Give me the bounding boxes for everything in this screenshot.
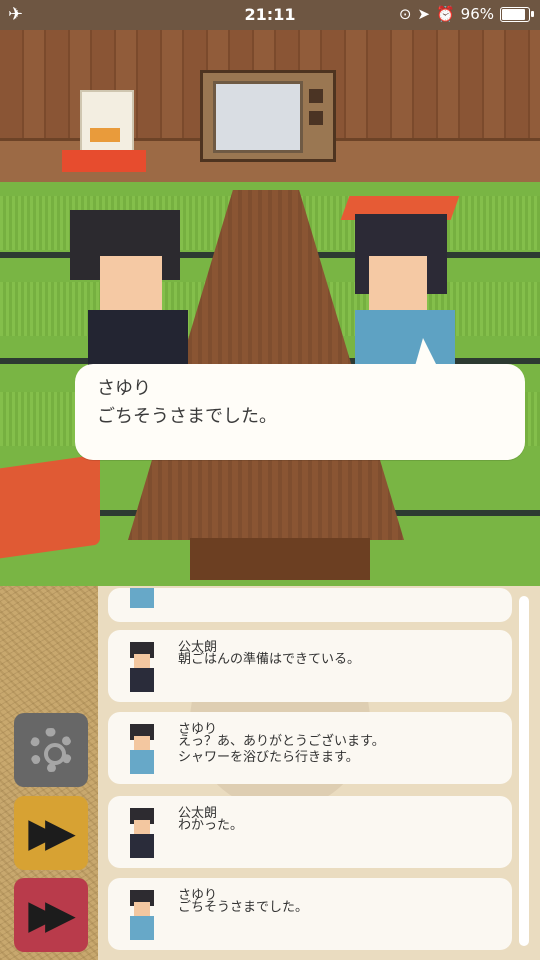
- cat-cushion: [62, 150, 146, 172]
- character-kotaro: [70, 210, 190, 370]
- log-entry-text: えっ？あ、ありがとうございます。 シャワーを浴びたら行きます。: [178, 734, 385, 765]
- girl-avatar-icon: [128, 724, 156, 774]
- boy-avatar-icon: [128, 642, 156, 692]
- character-face: [100, 256, 162, 312]
- tv-knob: [309, 111, 323, 125]
- log-entry-partial[interactable]: [108, 588, 512, 622]
- girl-avatar-icon: [128, 890, 156, 940]
- speech-bubble[interactable]: さゆり ごちそうさまでした。: [75, 338, 525, 460]
- status-right: ⊙ ➤ ⏰ 96%: [398, 5, 534, 23]
- tv-knob: [309, 89, 323, 103]
- girl-avatar-icon: [128, 588, 156, 608]
- lucky-cat-figure: [62, 80, 146, 172]
- battery-fill: [502, 8, 526, 20]
- tv-screen: [213, 81, 303, 153]
- battery-percent: 96%: [460, 5, 494, 23]
- retro-tv: [200, 70, 336, 162]
- boy-avatar-icon: [128, 808, 156, 858]
- settings-button[interactable]: [14, 713, 88, 787]
- log-entry-text: ごちそうさまでした。: [178, 900, 309, 915]
- location-icon: ➤: [417, 5, 430, 23]
- dialogue-line: ごちそうさまでした。: [97, 406, 277, 427]
- cat-bib: [90, 128, 120, 142]
- character-face: [369, 256, 427, 310]
- skip-icon: ▶▶: [28, 892, 75, 938]
- log-entry[interactable]: さゆり ごちそうさまでした。: [108, 878, 512, 950]
- fast-forward-button[interactable]: ▶▶: [14, 796, 88, 870]
- fast-forward-icon: ▶▶: [28, 810, 75, 856]
- log-entry[interactable]: 公太朗 わかった。: [108, 796, 512, 868]
- skip-button[interactable]: ▶▶: [14, 878, 88, 952]
- log-entry-text: わかった。: [178, 818, 244, 833]
- rotation-lock-icon: ⊙: [398, 5, 412, 23]
- table-base: [190, 538, 370, 580]
- battery-icon: [500, 6, 534, 22]
- log-entry[interactable]: 公太朗 朝ごはんの準備はできている。: [108, 630, 512, 702]
- game-scene[interactable]: [0, 30, 540, 586]
- log-entry[interactable]: さゆり えっ？あ、ありがとうございます。 シャワーを浴びたら行きます。: [108, 712, 512, 784]
- log-scrollbar[interactable]: [519, 596, 529, 946]
- gear-icon: [29, 728, 73, 772]
- alarm-icon: ⏰: [435, 5, 455, 23]
- speaker-name: さゆり: [97, 378, 151, 399]
- character-sayuri: [340, 196, 460, 370]
- status-bar: ✈ 21:11 ⊙ ➤ ⏰ 96%: [0, 0, 540, 30]
- floor-cushion: [0, 454, 100, 560]
- cat-body: [80, 90, 134, 154]
- log-entry-text: 朝ごはんの準備はできている。: [178, 652, 361, 667]
- character-body: [355, 310, 455, 370]
- character-body: [88, 310, 188, 370]
